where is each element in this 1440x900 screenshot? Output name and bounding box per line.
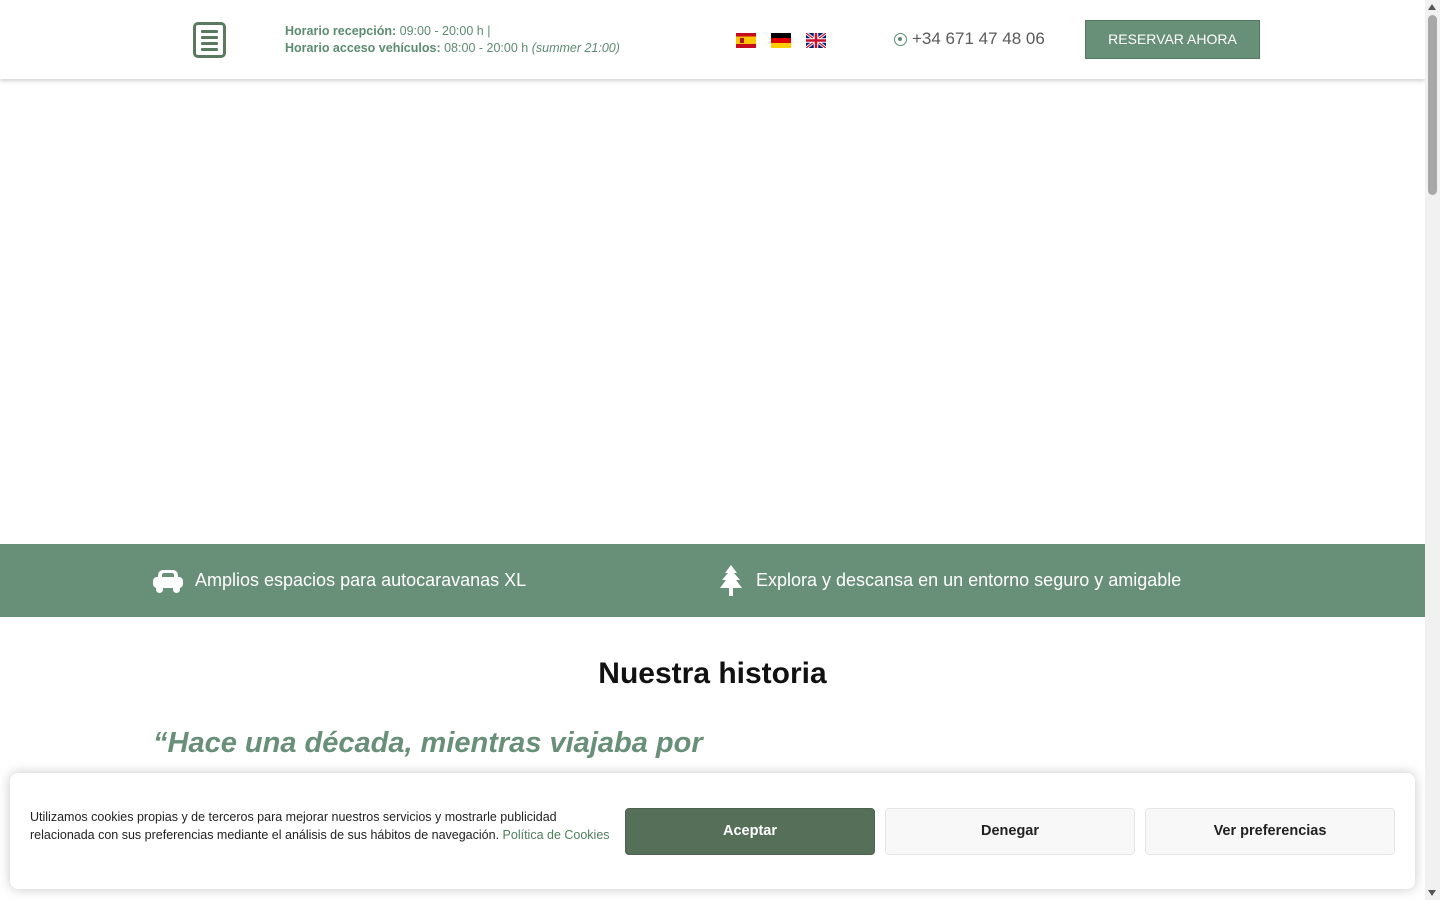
flag-de-icon[interactable]	[771, 33, 791, 48]
cookie-message: Utilizamos cookies propias y de terceros…	[30, 810, 557, 842]
page-scrollbar[interactable]	[1425, 0, 1440, 900]
scroll-down-icon[interactable]	[1428, 890, 1436, 896]
cookie-text: Utilizamos cookies propias y de terceros…	[30, 808, 610, 844]
accept-cookies-button[interactable]: Aceptar	[625, 808, 875, 855]
feature-xl-spaces: Amplios espacios para autocaravanas XL	[153, 544, 526, 617]
reception-value: 09:00 - 20:00 h |	[399, 24, 491, 38]
features-band: Amplios espacios para autocaravanas XL E…	[0, 544, 1425, 617]
opening-hours: Horario recepción: 09:00 - 20:00 h | Hor…	[285, 23, 620, 57]
vehicle-hours: Horario acceso vehículos: 08:00 - 20:00 …	[285, 40, 620, 57]
scrollbar-thumb[interactable]	[1428, 15, 1437, 195]
car-icon	[153, 569, 183, 593]
feature-safe-environment: Explora y descansa en un entorno seguro …	[718, 544, 1181, 617]
cookie-preferences-button[interactable]: Ver preferencias	[1145, 808, 1395, 855]
hero-area	[0, 79, 1425, 544]
flag-es-icon[interactable]	[736, 33, 756, 48]
reception-hours: Horario recepción: 09:00 - 20:00 h |	[285, 23, 620, 40]
vehicles-value: 08:00 - 20:00 h	[444, 41, 529, 55]
menu-icon[interactable]	[193, 22, 226, 58]
feature-text: Amplios espacios para autocaravanas XL	[195, 570, 527, 590]
vehicles-summer: (summer 21:00)	[531, 41, 620, 55]
reception-label: Horario recepción:	[285, 24, 397, 38]
cookie-banner: Utilizamos cookies propias y de terceros…	[10, 773, 1415, 889]
cookie-policy-link[interactable]: Política de Cookies	[503, 828, 610, 842]
phone-number: +34 671 47 48 06	[912, 29, 1045, 48]
flag-en-icon[interactable]	[806, 33, 826, 48]
phone-link[interactable]: +34 671 47 48 06	[894, 29, 1045, 49]
deny-cookies-button[interactable]: Denegar	[885, 808, 1135, 855]
tree-icon	[720, 564, 742, 596]
scroll-up-icon[interactable]	[1428, 4, 1436, 10]
story-quote: “Hace una década, mientras viajaba por	[153, 727, 703, 759]
site-header: Horario recepción: 09:00 - 20:00 h | Hor…	[0, 0, 1425, 79]
language-switcher	[736, 33, 826, 48]
feature-text: Explora y descansa en un entorno seguro …	[756, 570, 1182, 590]
whatsapp-icon	[894, 32, 907, 46]
vehicles-label: Horario acceso vehículos:	[285, 41, 441, 55]
reserve-now-button[interactable]: RESERVAR AHORA	[1085, 20, 1260, 59]
story-title: Nuestra historia	[598, 657, 827, 690]
